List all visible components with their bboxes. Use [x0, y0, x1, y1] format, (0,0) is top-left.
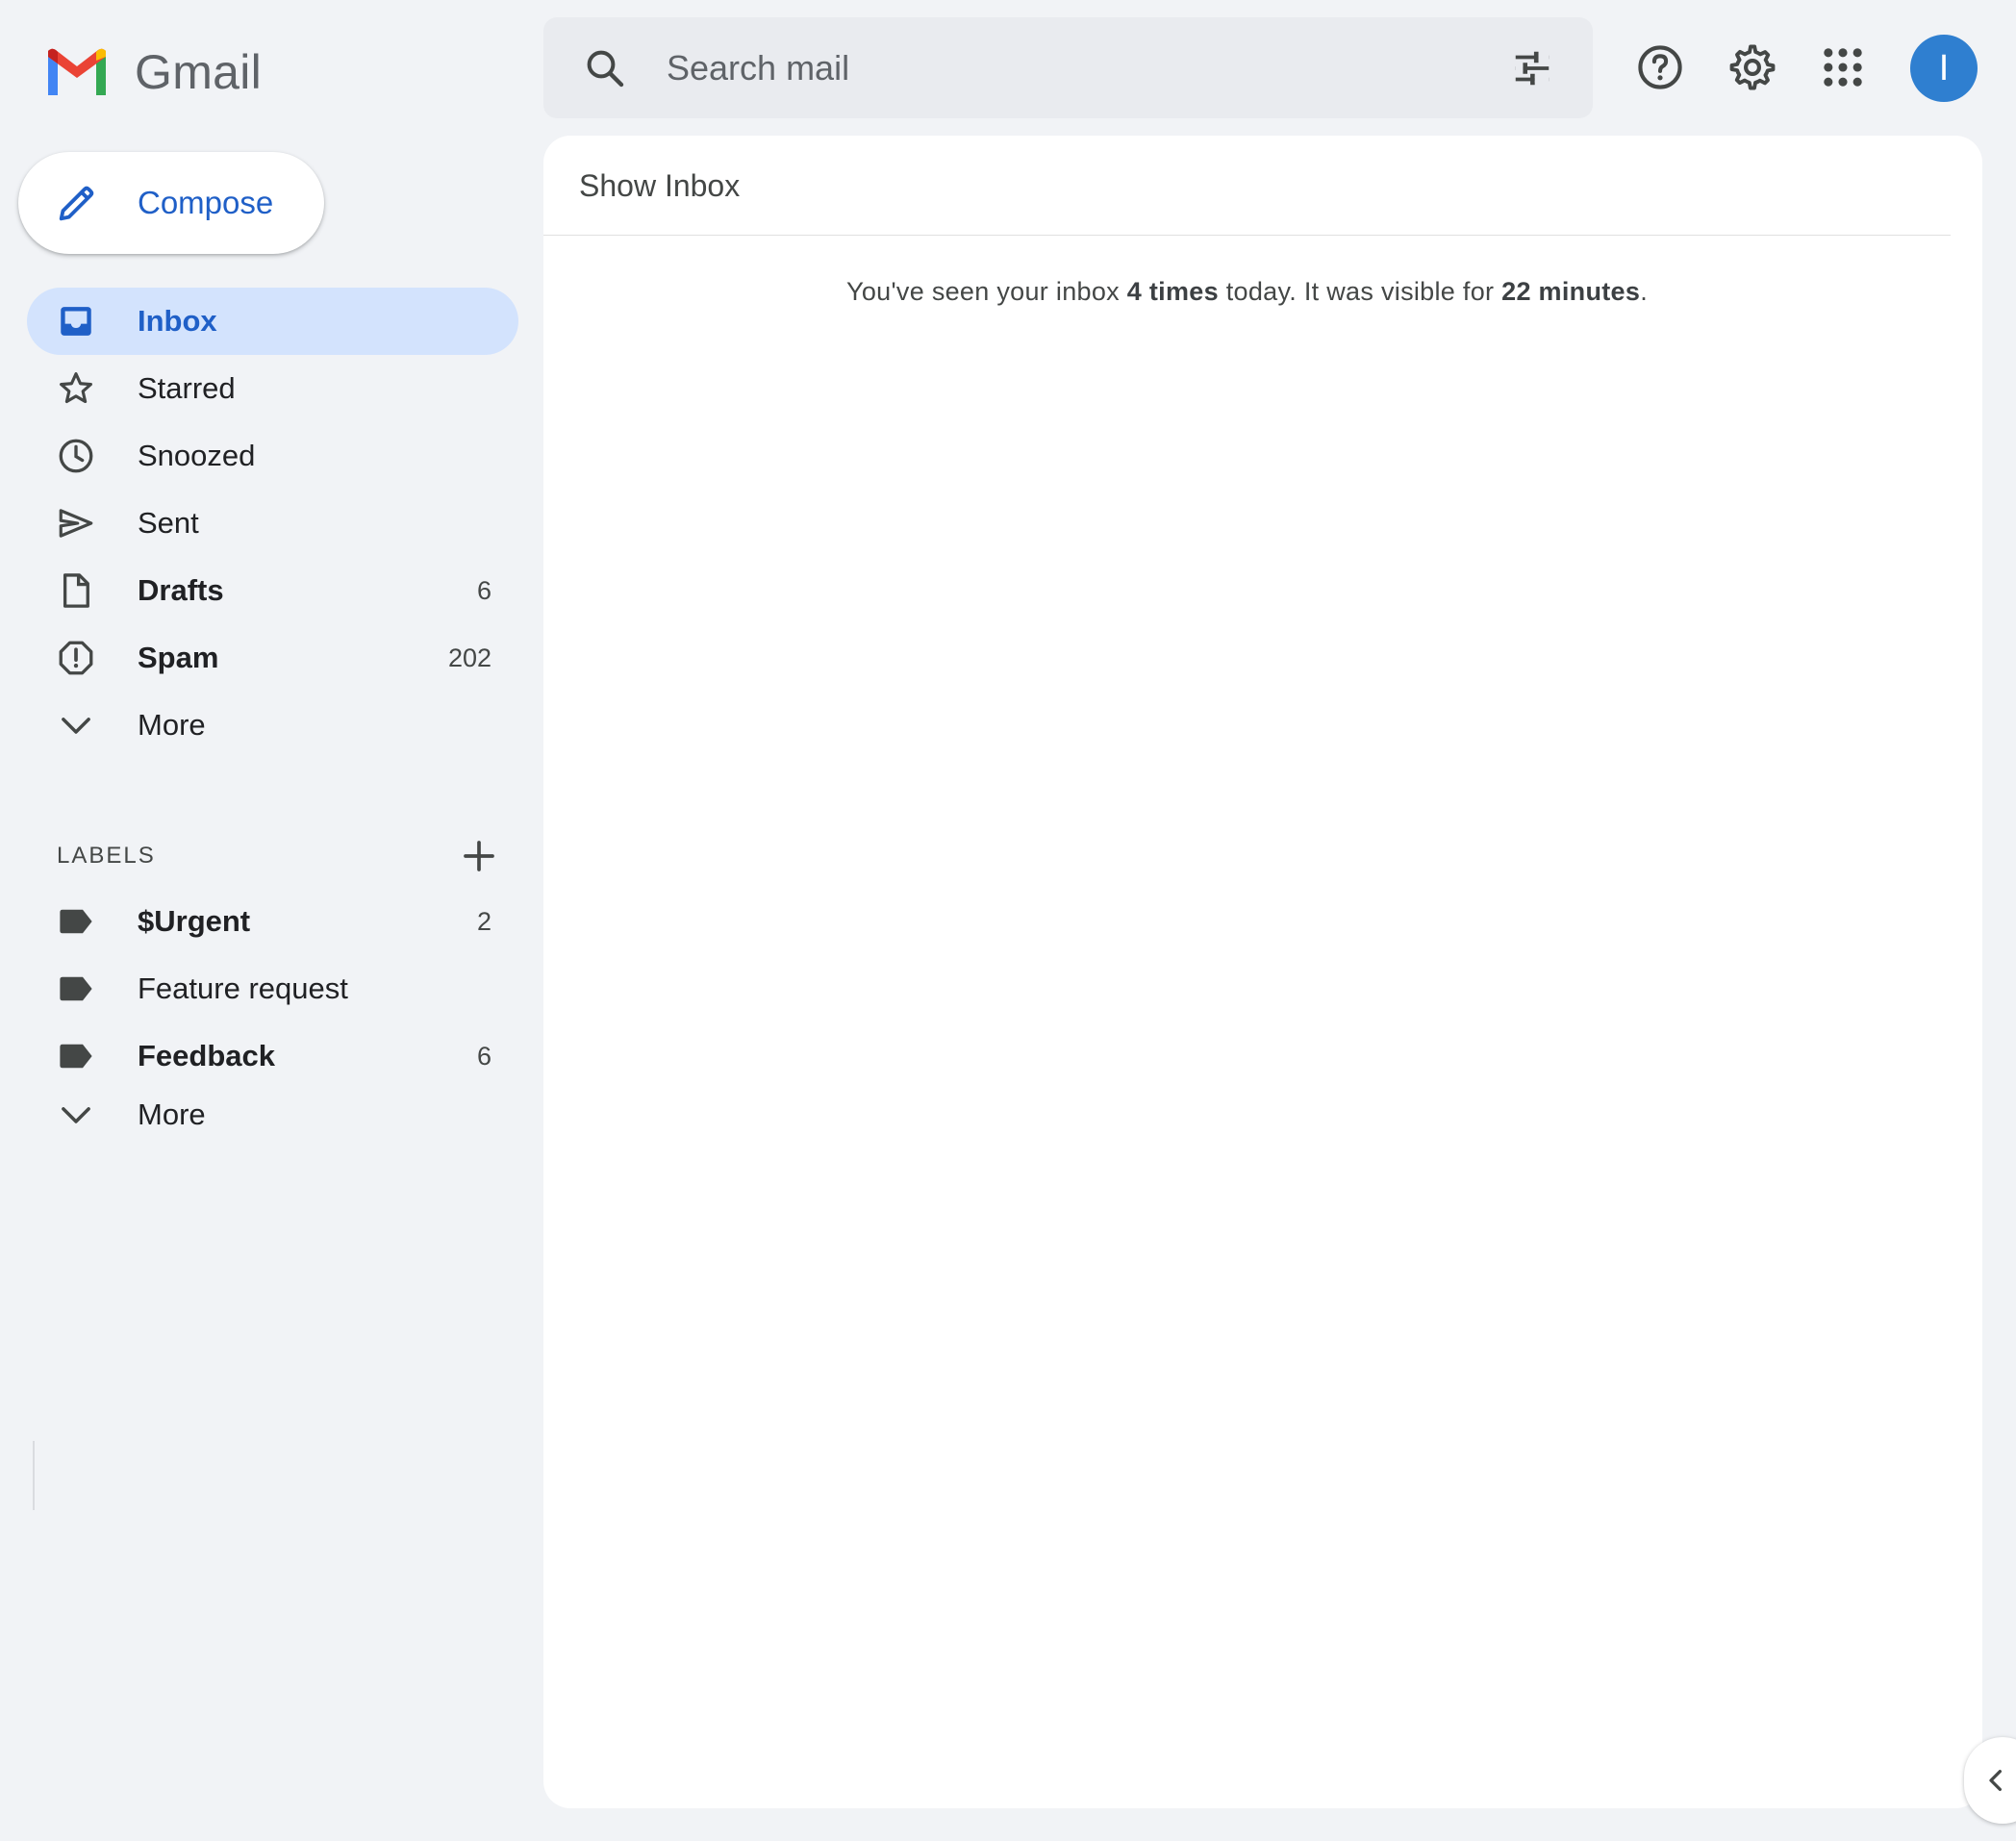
sidebar-item-label: Drafts — [138, 573, 224, 607]
labels-title: LABELS — [57, 843, 156, 869]
gear-icon — [1729, 44, 1776, 90]
gmail-app: Gmail Search mail I Compose Inbox Starre… — [0, 0, 2016, 1841]
main-panel: Show Inbox You've seen your inbox 4 time… — [543, 136, 1982, 1808]
support-button[interactable] — [1631, 38, 1689, 96]
sidebar-item-inbox[interactable]: Inbox — [27, 288, 518, 355]
account-avatar[interactable]: I — [1910, 35, 1978, 102]
title-divider — [543, 235, 1951, 236]
sidebar-item-snoozed[interactable]: Snoozed — [27, 422, 518, 490]
sidebar-item-count: 6 — [476, 575, 491, 605]
sidebar-item-starred[interactable]: Starred — [27, 355, 518, 422]
sidebar-item-label: Snoozed — [138, 439, 256, 472]
label-item-label: More — [138, 1097, 206, 1131]
sidebar-item-label: Sent — [138, 506, 199, 540]
label-tag-icon — [60, 909, 92, 934]
search-options-icon[interactable] — [1510, 46, 1554, 90]
label-tag-icon — [60, 1044, 92, 1069]
label-item-feature-request[interactable]: Feature request — [27, 955, 518, 1022]
sidebar-item-label: Spam — [138, 641, 219, 674]
label-item-label: Feedback — [138, 1039, 276, 1072]
star-icon — [60, 372, 92, 404]
sidebar-item-label: Inbox — [138, 304, 217, 338]
sidebar-item-spam[interactable]: Spam 202 — [27, 624, 518, 692]
label-item-count: 2 — [476, 906, 491, 936]
chevron-left-icon — [1989, 1770, 2002, 1791]
labels-list: $Urgent 2 Feature request Feedback 6 Mor… — [27, 888, 518, 1140]
gmail-m-icon — [48, 48, 106, 95]
spam-icon — [59, 641, 93, 675]
label-item-label: Feature request — [138, 971, 348, 1005]
sidebar-item-count: 202 — [447, 643, 491, 672]
sidebar-divider — [33, 1441, 35, 1510]
stats-suffix: . — [1640, 277, 1648, 306]
stats-duration: 22 minutes — [1501, 277, 1641, 306]
help-circle-icon — [1638, 45, 1682, 89]
inbox-icon — [61, 307, 91, 336]
search-icon[interactable] — [582, 45, 628, 91]
sidebar-item-sent[interactable]: Sent — [27, 490, 518, 557]
label-tag-icon — [60, 976, 92, 1001]
draft-file-icon — [63, 573, 89, 608]
labels-header: LABELS — [57, 827, 499, 885]
search-input[interactable] — [667, 47, 1510, 88]
chevron-down-icon — [62, 1107, 90, 1123]
sidebar-item-label: More — [138, 708, 206, 742]
label-item-urgent[interactable]: $Urgent 2 — [27, 888, 518, 955]
gmail-wordmark: Gmail — [135, 45, 263, 99]
stats-prefix: You've seen your inbox — [845, 277, 1127, 306]
label-item-label: $Urgent — [138, 904, 251, 938]
compose-label: Compose — [138, 185, 274, 220]
add-label-icon[interactable] — [459, 836, 499, 876]
send-icon — [59, 509, 93, 538]
label-item-count: 6 — [476, 1041, 491, 1071]
google-apps-button[interactable] — [1814, 38, 1872, 96]
chevron-down-icon — [62, 718, 90, 734]
sidebar-item-more[interactable]: More — [27, 692, 518, 759]
sidebar-item-drafts[interactable]: Drafts 6 — [27, 557, 518, 624]
search-bar — [543, 17, 1593, 118]
inbox-stats: You've seen your inbox 4 times today. It… — [543, 277, 1951, 307]
sidebar-item-label: Starred — [138, 371, 236, 405]
settings-button[interactable] — [1724, 38, 1781, 96]
page-title: Show Inbox — [579, 168, 741, 203]
gmail-logo[interactable]: Gmail — [44, 44, 262, 100]
label-item-feedback[interactable]: Feedback 6 — [27, 1022, 518, 1090]
sidebar-nav: Inbox Starred Snoozed Sent Drafts 6 Spam… — [27, 288, 518, 759]
clock-icon — [59, 439, 93, 473]
labels-more[interactable]: More — [27, 1090, 518, 1140]
compose-button[interactable]: Compose — [18, 152, 324, 254]
stats-times: 4 times — [1126, 277, 1219, 306]
grid-apps-icon — [1824, 48, 1862, 87]
pencil-icon — [59, 186, 94, 221]
stats-middle: today. It was visible for — [1218, 277, 1502, 306]
